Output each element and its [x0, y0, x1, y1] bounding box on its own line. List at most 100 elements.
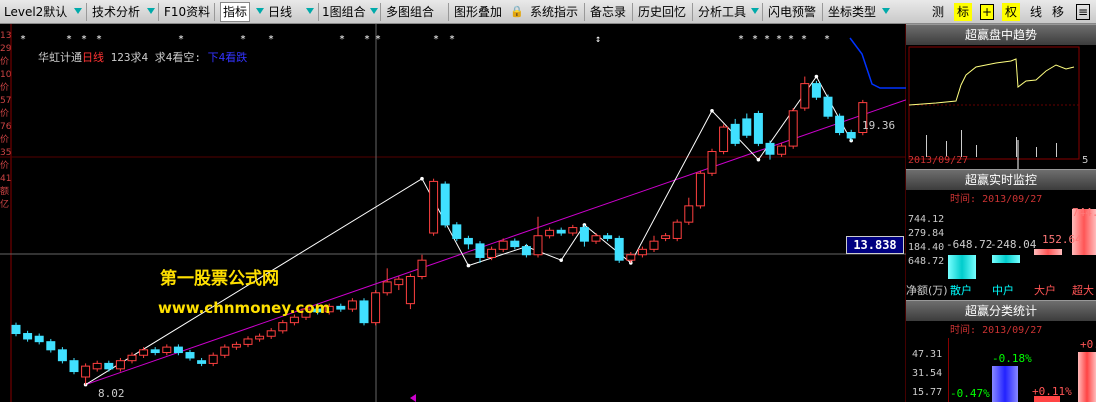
candle-body — [139, 349, 149, 356]
toolbar-analysis-tools[interactable]: 分析工具 — [698, 3, 746, 21]
stats-panel: 超赢分类统计 时间: 2013/09/27 47.31 31.54 15.77 -0… — [906, 300, 1096, 402]
candle-body — [57, 349, 67, 362]
toolbar-level2[interactable]: Level2默认 — [4, 3, 67, 21]
candle-body — [695, 172, 705, 207]
signal-star-icon: * — [764, 34, 770, 45]
bar-medium — [992, 255, 1020, 263]
candle-body — [92, 362, 102, 370]
candle-body — [846, 132, 856, 139]
lock-icon[interactable]: 🔒 — [510, 3, 524, 21]
candle-body — [81, 365, 91, 378]
dropdown-arrow-icon[interactable] — [256, 8, 264, 14]
candle-body — [823, 96, 833, 117]
signal-star-icon: * — [268, 34, 274, 45]
add-button[interactable]: + — [980, 4, 994, 20]
candle-body — [185, 352, 195, 359]
candle-body — [463, 237, 473, 245]
candle-body — [382, 281, 392, 294]
toolbar: Level2默认 技术分析 F10资料 指标 日线 1图组合 多图组合 图形叠加… — [0, 0, 1096, 24]
candle-body — [115, 360, 125, 370]
toolbar-f10[interactable]: F10资料 — [164, 3, 210, 21]
line-button[interactable]: 线 — [1028, 3, 1044, 21]
trend-line — [85, 99, 906, 386]
toolbar-alert[interactable]: 闪电预警 — [768, 3, 816, 21]
candle-body — [777, 145, 787, 155]
zigzag-point — [420, 176, 424, 181]
signal-star-icon: * — [96, 34, 102, 45]
dropdown-arrow-icon[interactable] — [306, 8, 314, 14]
kline-chart[interactable]: * * * * * * * * * * * * ↕ * * * * * * * 华虹计通日线 123求4 求4看空: … — [0, 24, 906, 402]
scroll-marker-icon[interactable] — [410, 394, 416, 402]
candle-body — [753, 112, 763, 144]
stock-name: 华虹计通 — [38, 51, 82, 64]
toolbar-tech-analysis[interactable]: 技术分析 — [92, 3, 140, 21]
stats-val-super: +0.5 — [1080, 338, 1096, 351]
weight-button[interactable]: 权 — [1002, 3, 1020, 21]
stats-axis: 47.31 31.54 15.77 — [912, 349, 943, 398]
formula-value: 下4看跌 — [207, 51, 248, 64]
zigzag-line — [85, 75, 852, 386]
candle-body — [707, 151, 717, 174]
zigzag-point — [559, 258, 563, 262]
signal-star-icon: * — [433, 34, 439, 45]
candle-body — [11, 324, 21, 335]
candle-body — [545, 229, 555, 237]
stats-val-retail: -0.47% — [950, 387, 990, 400]
candle-body — [835, 115, 845, 134]
zigzag-point — [814, 74, 819, 79]
signal-star-icon: * — [364, 34, 370, 45]
toolbar-history[interactable]: 历史回忆 — [638, 3, 686, 21]
candle-body — [568, 227, 578, 234]
candle-body — [533, 235, 543, 256]
candle-body — [336, 305, 346, 310]
toolbar-multichart[interactable]: 多图组合 — [386, 3, 434, 21]
toolbar-sysindicator[interactable]: 系统指示 — [530, 3, 578, 21]
toolbar-daily[interactable]: 日线 — [268, 3, 292, 21]
signal-line — [849, 37, 906, 89]
candle-body — [127, 354, 137, 362]
menu-icon[interactable]: ≡ — [1076, 4, 1090, 20]
toolbar-coord-type[interactable]: 坐标类型 — [828, 3, 876, 21]
measure-button[interactable]: 测 — [930, 3, 946, 21]
dropdown-arrow-icon[interactable] — [751, 8, 759, 14]
candle-body — [591, 235, 601, 242]
dropdown-arrow-icon[interactable] — [74, 8, 82, 14]
stats-bar-super — [1078, 352, 1096, 402]
candle-body — [556, 229, 566, 234]
candle-body — [719, 126, 729, 153]
monitor-title: 超赢实时监控 — [906, 169, 1096, 190]
watermark-url: www.chnmoney.com — [158, 299, 331, 317]
toolbar-indicator[interactable]: 指标 — [220, 2, 251, 22]
signal-star-icon: * — [776, 34, 782, 45]
dropdown-arrow-icon[interactable] — [370, 8, 378, 14]
candle-body — [742, 118, 752, 136]
dropdown-arrow-icon[interactable] — [882, 8, 890, 14]
candle-body — [487, 248, 497, 258]
candle-body — [614, 237, 624, 261]
trend-title: 超赢盘中趋势 — [906, 24, 1096, 45]
move-button[interactable]: 移 — [1050, 3, 1066, 21]
candle-body — [405, 275, 415, 305]
period-label: 日线 — [82, 51, 104, 64]
monitor-val-super: 744.12 — [1072, 206, 1096, 219]
dropdown-arrow-icon[interactable] — [147, 8, 155, 14]
stats-val-medium: -0.18% — [992, 352, 1032, 365]
high-label: 19.36 — [862, 119, 896, 132]
toolbar-overlay[interactable]: 图形叠加 — [454, 3, 502, 21]
bar-large — [1034, 249, 1062, 255]
kline-svg[interactable]: * * * * * * * * * * * * ↕ * * * * * * * — [0, 24, 906, 402]
monitor-val-large: 152.64 — [1042, 233, 1082, 246]
monitor-panel: 超赢实时监控 时间: 2013/09/27 744.12 279.84 184.40… — [906, 169, 1096, 299]
signal-star-icon: * — [375, 34, 381, 45]
toolbar-1chart[interactable]: 1图组合 — [322, 3, 366, 21]
candle-body — [69, 360, 79, 373]
candle-body — [359, 300, 369, 324]
low-label: 8.02 — [98, 387, 125, 400]
candle-body — [800, 83, 810, 109]
trend-panel: 超赢盘中趋势 2013/09/27 5分 — [906, 24, 1096, 181]
stats-date: 时间: 2013/09/27 — [950, 325, 1043, 336]
toolbar-memo[interactable]: 备忘录 — [590, 3, 626, 21]
zigzag-point — [756, 157, 761, 162]
mark-button[interactable]: 标 — [954, 3, 972, 21]
formula-name: 123求4 — [110, 51, 149, 64]
